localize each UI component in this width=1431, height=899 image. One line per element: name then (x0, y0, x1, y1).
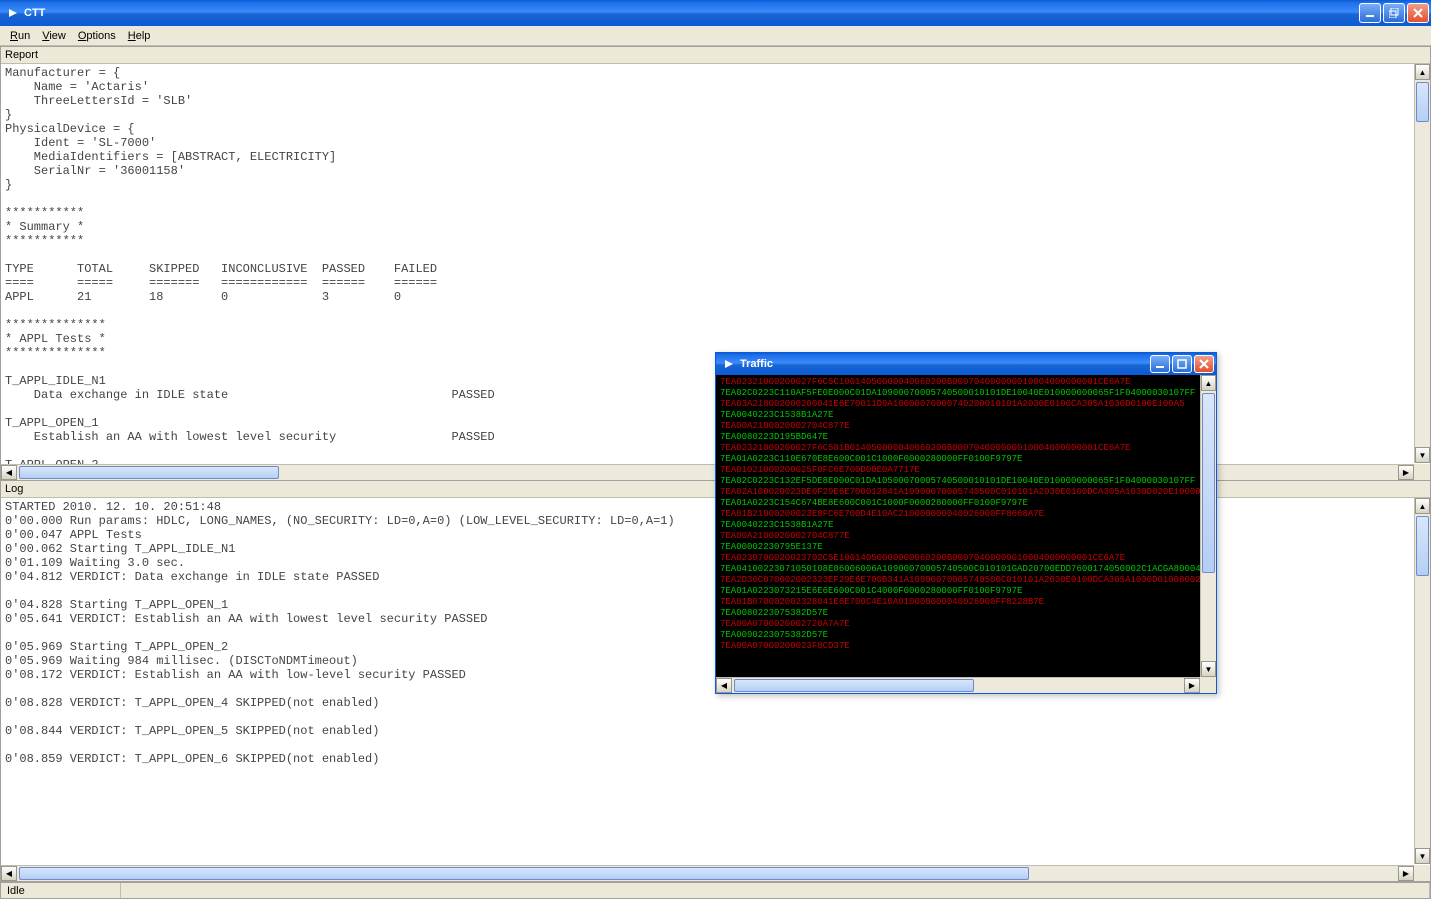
traffic-line: 7EA01B070002002328041E6E700C4E10A0100080… (720, 597, 1212, 608)
traffic-line: 7EA01B21000200023E8FC6E700D4E10AC2100080… (720, 509, 1212, 520)
scroll-thumb[interactable] (1202, 393, 1215, 573)
traffic-line: 7EA02321000200027F6C5C100140500000400602… (720, 377, 1212, 388)
traffic-line: 7EA02A100020023DE0F29E6E700012841A109000… (720, 487, 1212, 498)
scroll-right-icon[interactable]: ▶ (1398, 465, 1414, 480)
scroll-thumb[interactable] (734, 679, 974, 692)
scroll-up-icon[interactable]: ▲ (1201, 375, 1216, 391)
traffic-line: 7EA0040223C1538B1A27E (720, 410, 1212, 421)
traffic-line: 7EA02321000200027F6C581B0140500000400602… (720, 443, 1212, 454)
report-scrollbar-vertical[interactable]: ▲ ▼ (1414, 64, 1430, 463)
traffic-title-text: Traffic (740, 358, 773, 370)
traffic-line: 7EA01A0223C154C674BE8E600C001C1000F00002… (720, 498, 1212, 509)
traffic-line: 7EA00A2100020002704C877E (720, 421, 1212, 432)
traffic-line: 7EA0090223075382D57E (720, 630, 1212, 641)
traffic-line: 7EA00002230795E137E (720, 542, 1212, 553)
traffic-minimize-button[interactable] (1150, 355, 1170, 373)
traffic-body: 7EA02321000200027F6C5C100140500000400602… (716, 375, 1216, 693)
traffic-line: 7EA0080223075382D57E (720, 608, 1212, 619)
traffic-line: 7EA0080223D195BD647E (720, 432, 1212, 443)
traffic-line: 7EA01A0223C110E670E8E600C001C1000F000028… (720, 454, 1212, 465)
traffic-line: 7EA0230700020023702C5E100140500000000602… (720, 553, 1212, 564)
restore-button[interactable] (1383, 3, 1405, 23)
scroll-up-icon[interactable]: ▲ (1415, 64, 1430, 80)
main-titlebar: CTT (0, 0, 1431, 26)
menu-run[interactable]: Run (4, 28, 36, 44)
scroll-up-icon[interactable]: ▲ (1415, 498, 1430, 514)
scroll-down-icon[interactable]: ▼ (1415, 848, 1430, 864)
menubar: Run View Options Help (0, 26, 1431, 46)
traffic-scrollbar-vertical[interactable]: ▲ ▼ (1200, 375, 1216, 677)
scroll-thumb[interactable] (1416, 82, 1429, 122)
traffic-line: 7EA02C0223C132EF5DE8E000C01DA10500070005… (720, 476, 1212, 487)
traffic-line: 7EA00A0700020002720A7A7E (720, 619, 1212, 630)
traffic-scrollbar-horizontal[interactable]: ◀ ▶ (716, 677, 1200, 693)
window-title: CTT (24, 7, 45, 19)
scroll-thumb[interactable] (19, 466, 279, 479)
minimize-button[interactable] (1359, 3, 1381, 23)
scroll-corner (1200, 677, 1216, 693)
log-scrollbar-vertical[interactable]: ▲ ▼ (1414, 498, 1430, 864)
traffic-line: 7EA2D30C070002002323EF29E6E700B341A10900… (720, 575, 1212, 586)
log-scrollbar-horizontal[interactable]: ◀ ▶ (1, 865, 1414, 881)
scroll-corner (1414, 464, 1430, 480)
traffic-close-button[interactable] (1194, 355, 1214, 373)
menu-options[interactable]: Options (72, 28, 122, 44)
traffic-line: 7EA02C0223C110AF5FE0E000C01DA10900070005… (720, 388, 1212, 399)
scroll-thumb[interactable] (19, 867, 1029, 880)
traffic-line: 7EA00A2100020002704C877E (720, 531, 1212, 542)
app-icon (6, 6, 20, 20)
statusbar: Idle (0, 882, 1431, 899)
scroll-right-icon[interactable]: ▶ (1398, 866, 1414, 881)
traffic-line: 7EA01A0223073215E6E6E600C001C4000F000028… (720, 586, 1212, 597)
menu-view[interactable]: View (36, 28, 72, 44)
scroll-thumb[interactable] (1416, 516, 1429, 576)
scroll-left-icon[interactable]: ◀ (1, 866, 17, 881)
traffic-line: 7EA03A218002000200041E6E70011D9A10000070… (720, 399, 1212, 410)
menu-help[interactable]: Help (122, 28, 157, 44)
traffic-icon (722, 357, 736, 371)
status-text: Idle (1, 883, 121, 898)
close-button[interactable] (1407, 3, 1429, 23)
status-empty (121, 883, 1430, 898)
scroll-corner (1414, 865, 1430, 881)
traffic-text[interactable]: 7EA02321000200027F6C5C100140500000400602… (716, 375, 1216, 654)
traffic-line: 7EA0040223C1538B1A27E (720, 520, 1212, 531)
traffic-line: 7EA00A07000200023F8CD37E (720, 641, 1212, 652)
traffic-line: 7EA01021000200025F0FC6E700D00E0A7717E (720, 465, 1212, 476)
report-panel-label: Report (1, 47, 1430, 64)
traffic-window[interactable]: Traffic 7EA02321000200027F6C5C1001405000… (715, 352, 1217, 694)
scroll-down-icon[interactable]: ▼ (1415, 447, 1430, 463)
scroll-down-icon[interactable]: ▼ (1201, 661, 1216, 677)
scroll-left-icon[interactable]: ◀ (1, 465, 17, 480)
scroll-right-icon[interactable]: ▶ (1184, 678, 1200, 693)
traffic-titlebar[interactable]: Traffic (716, 353, 1216, 375)
scroll-left-icon[interactable]: ◀ (716, 678, 732, 693)
traffic-maximize-button[interactable] (1172, 355, 1192, 373)
traffic-line: 7EA04100223071050108E86006006A1090007000… (720, 564, 1212, 575)
